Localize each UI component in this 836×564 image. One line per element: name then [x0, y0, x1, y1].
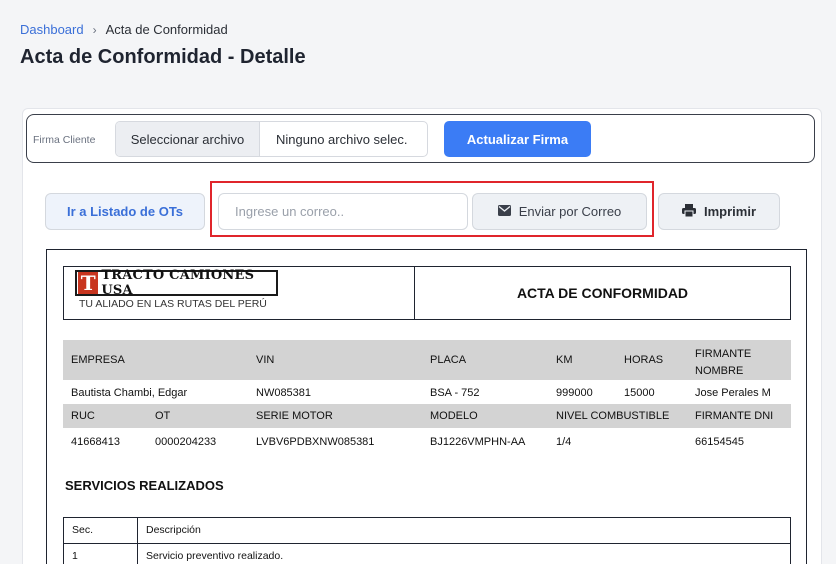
- value-modelo: BJ1226VMPHN-AA: [430, 436, 526, 448]
- header-empresa: EMPRESA: [71, 354, 125, 366]
- breadcrumb-current: Acta de Conformidad: [105, 22, 228, 37]
- header-nivel-combustible: NIVEL COMBUSTIBLE: [556, 410, 670, 422]
- email-input[interactable]: [218, 193, 468, 230]
- value-ruc: 41668413: [71, 436, 120, 448]
- logo-name: TRACTO CAMIONES USA: [101, 268, 255, 298]
- value-firmante-dni: 66154545: [695, 436, 744, 448]
- value-placa: BSA - 752: [430, 387, 480, 399]
- header-firmante-nombre: FIRMANTE NOMBRE: [695, 348, 752, 377]
- services-header-sec: Sec.: [64, 518, 138, 543]
- firma-file-input[interactable]: Seleccionar archivo Ninguno archivo sele…: [115, 121, 428, 157]
- go-to-ot-list-button[interactable]: Ir a Listado de OTs: [45, 193, 205, 230]
- header-firmante-dni: FIRMANTE DNI: [695, 410, 774, 422]
- service-sec: 1: [64, 544, 138, 564]
- info-header-row: EMPRESA VIN PLACA KM HORAS FIRMANTE NOMB…: [63, 340, 791, 380]
- update-signature-button[interactable]: Actualizar Firma: [444, 121, 591, 157]
- services-header-row: Sec. Descripción: [64, 518, 790, 543]
- value-firmante-nombre: Jose Perales M: [695, 387, 771, 399]
- send-email-label: Enviar por Correo: [518, 204, 622, 219]
- header-vin: VIN: [256, 354, 275, 366]
- header-ruc: RUC: [71, 410, 95, 422]
- header-placa: PLACA: [430, 354, 467, 366]
- header-serie-motor: SERIE MOTOR: [256, 410, 333, 422]
- envelope-icon: [497, 204, 511, 219]
- document-title: ACTA DE CONFORMIDAD: [516, 285, 689, 301]
- value-ot: 0000204233: [155, 436, 217, 448]
- services-header-desc: Descripción: [146, 524, 201, 536]
- printer-icon: [681, 203, 696, 220]
- value-horas: 15000: [624, 387, 655, 399]
- header-km: KM: [556, 354, 573, 366]
- services-section-title: SERVICIOS REALIZADOS: [65, 478, 224, 493]
- print-button[interactable]: Imprimir: [658, 193, 780, 230]
- table-row: 1 Servicio preventivo realizado.: [64, 543, 790, 564]
- service-desc: Servicio preventivo realizado.: [146, 550, 284, 562]
- info-header-row: RUC OT SERIE MOTOR MODELO NIVEL COMBUSTI…: [63, 404, 791, 428]
- document-header: T TRACTO CAMIONES USA TU ALIADO EN LAS R…: [63, 266, 791, 320]
- value-km: 999000: [556, 387, 593, 399]
- company-logo: T TRACTO CAMIONES USA TU ALIADO EN LAS R…: [64, 267, 415, 319]
- header-horas: HORAS: [624, 354, 664, 366]
- logo-tagline: TU ALIADO EN LAS RUTAS DEL PERÚ: [79, 298, 267, 310]
- print-label: Imprimir: [703, 204, 756, 219]
- chevron-right-icon: ›: [92, 22, 97, 37]
- value-empresa: Bautista Chambi, Edgar: [71, 387, 188, 399]
- file-name-text: Ninguno archivo selec.: [276, 131, 408, 147]
- select-file-button[interactable]: Seleccionar archivo: [116, 122, 260, 156]
- breadcrumb: Dashboard › Acta de Conformidad: [20, 22, 228, 37]
- value-vin: NW085381: [256, 387, 312, 399]
- header-modelo: MODELO: [430, 410, 478, 422]
- logo-mark: T: [78, 271, 99, 295]
- info-value-row: Bautista Chambi, Edgar NW085381 BSA - 75…: [63, 380, 791, 404]
- firma-cliente-label: Firma Cliente: [33, 134, 96, 146]
- page-title: Acta de Conformidad - Detalle: [20, 46, 306, 68]
- header-ot: OT: [155, 410, 171, 422]
- firma-cliente-group: Firma Cliente Seleccionar archivo Ningun…: [26, 114, 815, 163]
- services-table: Sec. Descripción 1 Servicio preventivo r…: [63, 517, 791, 564]
- send-email-button[interactable]: Enviar por Correo: [472, 193, 647, 230]
- value-serie-motor: LVBV6PDBXNW085381: [256, 436, 375, 448]
- info-value-row: 41668413 0000204233 LVBV6PDBXNW085381 BJ…: [63, 428, 791, 454]
- breadcrumb-dashboard-link[interactable]: Dashboard: [20, 22, 84, 37]
- value-nivel-combustible: 1/4: [556, 436, 572, 448]
